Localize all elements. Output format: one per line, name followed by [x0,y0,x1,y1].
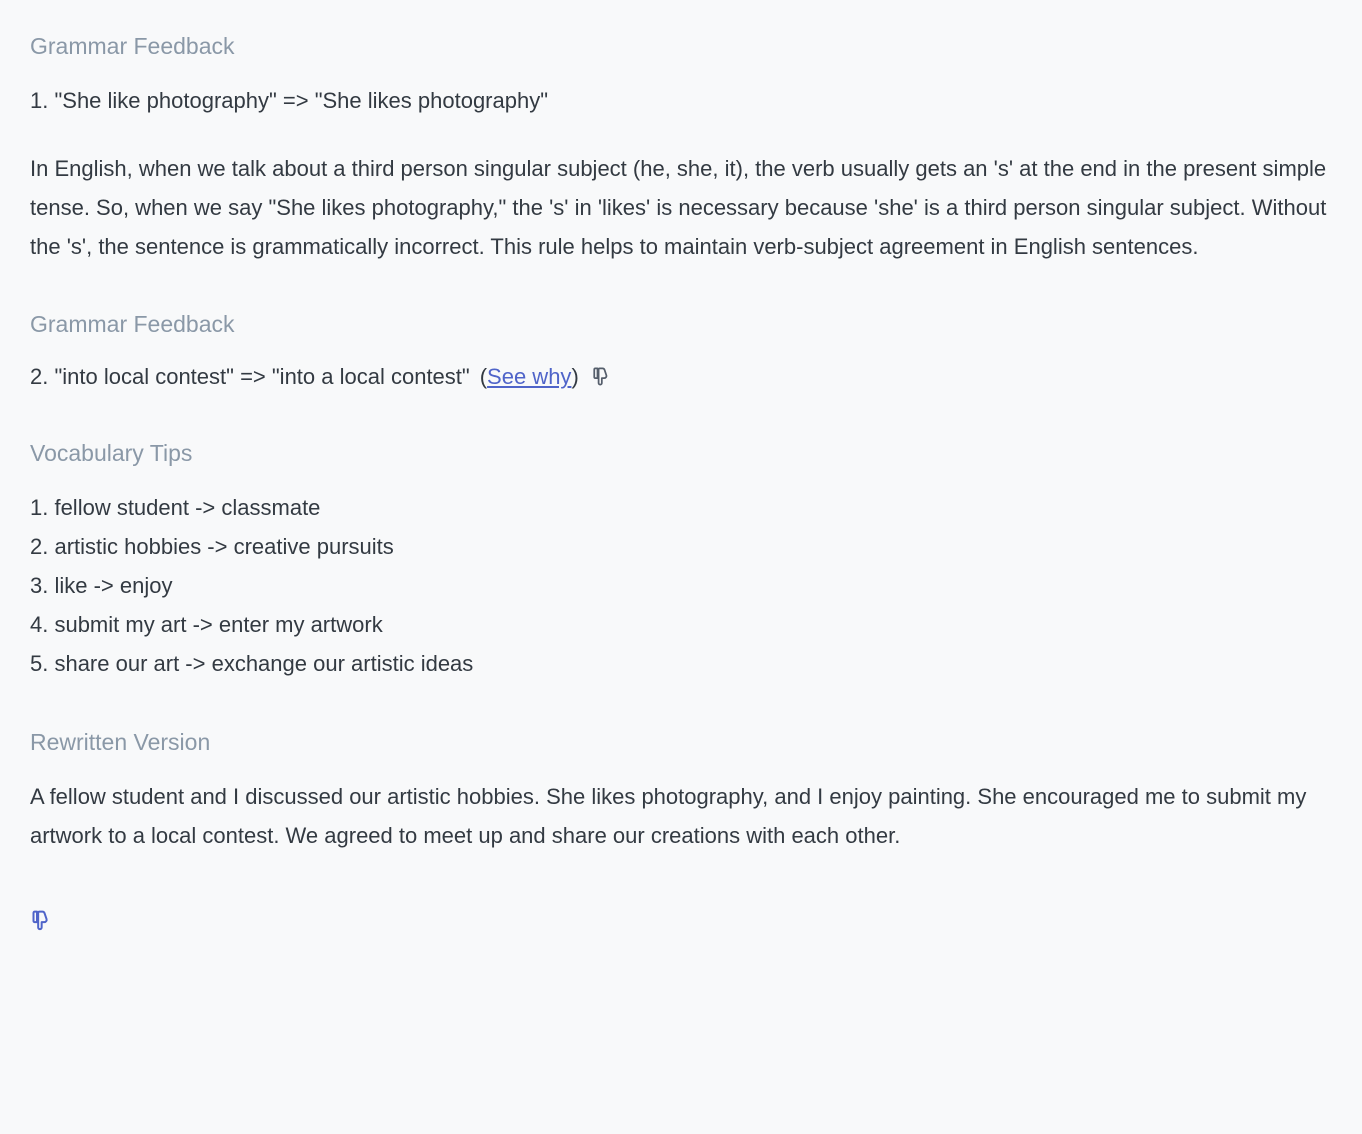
rewritten-text: A fellow student and I discussed our art… [30,777,1332,855]
vocab-item: 5. share our art -> exchange our artisti… [30,644,1332,683]
vocabulary-tips: Vocabulary Tips 1. fellow student -> cla… [30,437,1332,684]
vocab-item: 4. submit my art -> enter my artwork [30,605,1332,644]
grammar-feedback-1-heading: Grammar Feedback [30,30,1332,63]
rewritten-version: Rewritten Version A fellow student and I… [30,726,1332,856]
grammar-feedback-1-explanation: In English, when we talk about a third p… [30,149,1332,266]
vocabulary-list: 1. fellow student -> classmate 2. artist… [30,488,1332,684]
thumbs-down-icon[interactable] [591,364,617,390]
open-paren: ( [480,364,487,389]
vocab-item: 1. fellow student -> classmate [30,488,1332,527]
grammar-feedback-2-heading: Grammar Feedback [30,308,1332,341]
see-why-wrapper: (See why) [480,359,579,394]
grammar-feedback-2: Grammar Feedback 2. "into local contest"… [30,308,1332,395]
vocab-item: 2. artistic hobbies -> creative pursuits [30,527,1332,566]
grammar-feedback-1: Grammar Feedback 1. "She like photograph… [30,30,1332,266]
close-paren: ) [571,364,578,389]
vocabulary-tips-heading: Vocabulary Tips [30,437,1332,470]
thumbs-down-icon[interactable] [30,907,58,935]
see-why-link[interactable]: See why [487,364,571,389]
grammar-feedback-1-item: 1. "She like photography" => "She likes … [30,81,1332,120]
rewritten-heading: Rewritten Version [30,726,1332,759]
grammar-feedback-2-item: 2. "into local contest" => "into a local… [30,359,470,394]
vocab-item: 3. like -> enjoy [30,566,1332,605]
